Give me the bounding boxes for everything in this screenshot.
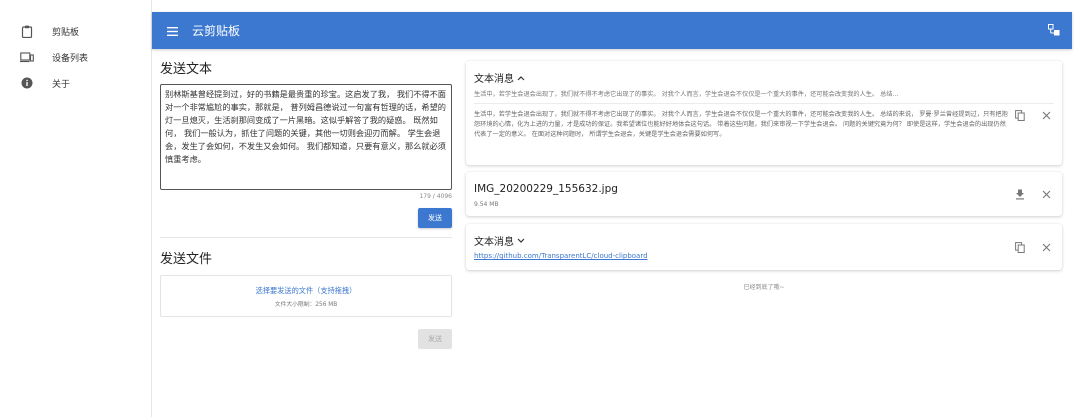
- sidebar-item-label: 剪贴板: [52, 27, 80, 38]
- message-actions: [1014, 241, 1052, 253]
- close-icon[interactable]: [1040, 109, 1052, 121]
- chevron-down-icon[interactable]: [517, 238, 525, 244]
- send-file-title: 发送文件: [160, 252, 213, 267]
- divider: [474, 103, 1054, 104]
- app-bar: 云剪贴板: [152, 12, 1072, 49]
- menu-icon: [166, 21, 178, 40]
- app-title: 云剪贴板: [192, 24, 241, 38]
- send-panel: 发送文本 别林斯基曾经提到过，好的书籍是最贵重的珍宝。这启发了我， 我们不得不面…: [160, 58, 452, 349]
- switch-view-button[interactable]: [1046, 22, 1062, 38]
- sidebar-item-devices[interactable]: 设备列表: [0, 44, 151, 70]
- copy-icon[interactable]: [1014, 241, 1026, 253]
- close-icon[interactable]: [1040, 188, 1052, 200]
- file-name: IMG_20200229_155632.jpg: [474, 183, 618, 195]
- message-content: 生活中，若学生会退会出现了，我们就不得不考虑它出现了的事实。 对我个人而言，学生…: [474, 111, 1008, 139]
- download-icon[interactable]: [1014, 188, 1026, 200]
- file-actions: [1014, 188, 1052, 200]
- message-header: 文本消息: [474, 70, 525, 85]
- sidebar-item-label: 设备列表: [52, 53, 89, 64]
- info-icon: [20, 76, 34, 90]
- file-drop-label: 选择要发送的文件（支持拖拽）: [255, 286, 357, 295]
- message-link[interactable]: https://github.com/TransparentLC/cloud-c…: [474, 252, 648, 260]
- sidebar-item-about[interactable]: 关于: [0, 70, 151, 96]
- send-text-button[interactable]: 发送: [418, 208, 452, 228]
- menu-button[interactable]: [152, 12, 192, 49]
- message-actions: [1014, 109, 1052, 121]
- message-title: 文本消息: [474, 237, 514, 248]
- chevron-up-icon[interactable]: [517, 75, 525, 81]
- switch-view-icon: [1048, 21, 1060, 40]
- message-header: 文本消息: [474, 233, 525, 248]
- clipboard-icon: [20, 24, 34, 38]
- message-card-text: 文本消息 生活中，若学生会退会出现了，我们就不得不考虑它出现了的事实。 对我个人…: [466, 61, 1062, 165]
- send-text-input[interactable]: 别林斯基曾经提到过，好的书籍是最贵重的珍宝。这启发了我， 我们不得不面对一个非常…: [160, 84, 452, 190]
- devices-icon: [20, 50, 34, 64]
- message-card-file: IMG_20200229_155632.jpg 9.54 MB: [466, 172, 1062, 216]
- send-file-button[interactable]: 发送: [418, 329, 452, 349]
- file-size: 9.54 MB: [474, 201, 499, 208]
- char-counter: 179 / 4096: [419, 193, 452, 200]
- sidebar: 剪贴板 设备列表 关于: [0, 0, 152, 417]
- copy-icon[interactable]: [1014, 109, 1026, 121]
- end-of-list-note: 已经到底了哦~: [743, 284, 785, 291]
- file-size-limit: 文件大小限制：256 MB: [274, 302, 338, 308]
- sidebar-item-label: 关于: [52, 79, 71, 90]
- message-title: 文本消息: [474, 74, 514, 85]
- close-icon[interactable]: [1040, 241, 1052, 253]
- sidebar-item-clipboard[interactable]: 剪贴板: [0, 18, 151, 44]
- message-card-link: 文本消息 https://github.com/TransparentLC/cl…: [466, 224, 1062, 270]
- message-preview: 生活中，若学生会退会出现了，我们就不得不考虑它出现了的事实。 对我个人而言，学生…: [474, 91, 899, 98]
- send-text-title: 发送文本: [160, 62, 213, 77]
- divider: [160, 237, 452, 238]
- file-drop-zone[interactable]: 选择要发送的文件（支持拖拽） 文件大小限制：256 MB: [160, 275, 452, 317]
